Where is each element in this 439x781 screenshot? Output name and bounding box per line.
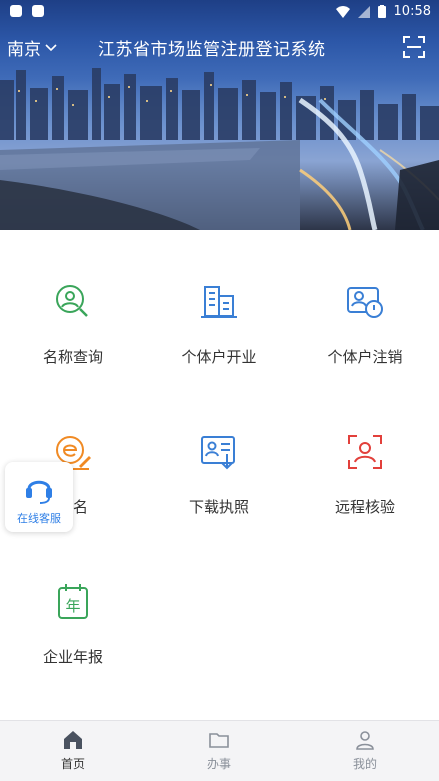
chevron-down-icon: [45, 43, 57, 51]
service-name-query[interactable]: 名称查询: [0, 230, 146, 380]
tab-label: 首页: [60, 757, 85, 771]
tab-mine[interactable]: 我的: [292, 721, 438, 781]
search-user-icon: [56, 285, 88, 317]
home-icon: [64, 731, 82, 749]
user-icon: [356, 731, 374, 750]
status-time: 10:58: [393, 4, 431, 19]
cancel-card-icon: [347, 287, 383, 318]
battery-icon: [377, 5, 386, 18]
service-label: 个体户开业: [181, 348, 257, 366]
download-license-icon: [201, 436, 235, 470]
app-notification-icon: [32, 5, 44, 17]
service-label: 名称查询: [42, 348, 103, 366]
shield-notification-icon: [10, 5, 22, 17]
signal-icon: [357, 5, 370, 18]
bottom-tab-bar: 首页 办事 我的: [0, 720, 439, 781]
service-individual-open[interactable]: 个体户开业: [146, 230, 292, 380]
page-title: 江苏省市场监管注册登记系统: [98, 40, 326, 60]
scan-icon[interactable]: [403, 36, 425, 58]
tab-label: 办事: [206, 757, 231, 771]
tab-home[interactable]: 首页: [0, 721, 146, 781]
tab-tasks[interactable]: 办事: [146, 721, 292, 781]
wifi-icon: [335, 5, 350, 18]
service-label: 下载执照: [188, 498, 249, 516]
annual-report-icon: 年: [58, 584, 88, 619]
service-download-license[interactable]: 下载执照: [146, 380, 292, 530]
service-individual-cancel[interactable]: 个体户注销: [292, 230, 438, 380]
city-selector[interactable]: 南京: [7, 35, 57, 60]
face-verify-icon: [348, 435, 382, 469]
online-service-label: 在线客服: [17, 512, 61, 525]
headset-icon: [26, 480, 52, 504]
svg-text:年: 年: [65, 597, 80, 615]
city-night-photo: [0, 68, 439, 230]
building-icon: [201, 286, 237, 318]
app-bar: 南京 江苏省市场监管注册登记系统: [0, 26, 439, 68]
service-label: 个体户注销: [327, 348, 403, 366]
folder-icon: [209, 733, 229, 748]
service-remote-verify[interactable]: 远程核验: [292, 380, 438, 530]
service-label: 远程核验: [334, 498, 395, 516]
status-bar: 10:58: [0, 0, 439, 26]
tab-label: 我的: [352, 757, 377, 771]
header-banner: 10:58 南京 江苏省市场监管注册登记系统: [0, 0, 439, 230]
service-annual-report[interactable]: 年 企业年报: [0, 530, 146, 680]
city-label: 南京: [7, 40, 41, 60]
online-service-button[interactable]: 在线客服: [5, 462, 73, 532]
service-label: 企业年报: [42, 648, 103, 666]
